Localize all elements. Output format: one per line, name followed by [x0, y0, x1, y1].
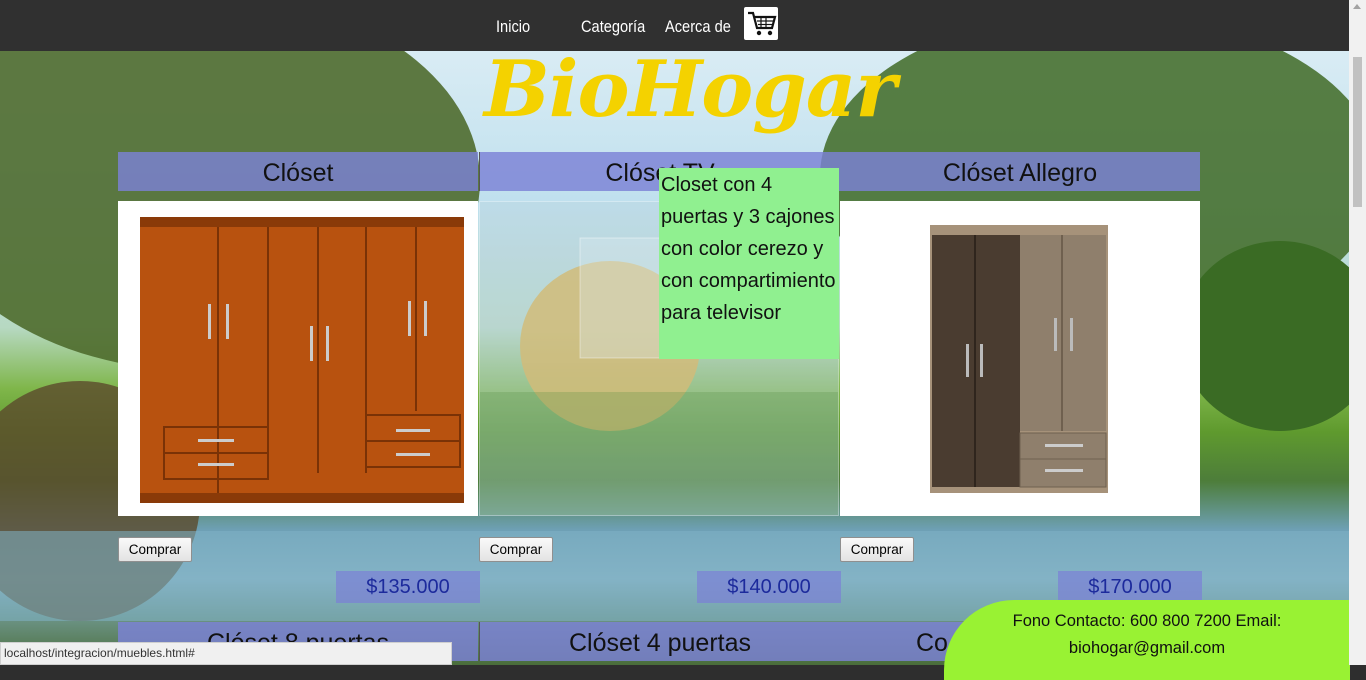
product-image-closet-allegro[interactable]	[840, 201, 1200, 516]
top-navbar: Inicio Categoría Acerca de	[0, 0, 1349, 51]
scrollbar-thumb[interactable]	[1353, 57, 1362, 207]
browser-status-url: localhost/integracion/muebles.html#	[0, 642, 452, 665]
vertical-scrollbar[interactable]	[1349, 0, 1366, 665]
product-image-closet[interactable]	[118, 201, 478, 516]
price-closet: $135.000	[336, 571, 480, 603]
price-closet-allegro: $170.000	[1058, 571, 1202, 603]
comprar-button-closet-allegro[interactable]: Comprar	[840, 537, 914, 562]
price-closet-tv: $140.000	[697, 571, 841, 603]
shopping-cart-icon[interactable]	[744, 7, 778, 40]
contact-phone-line: Fono Contacto: 600 800 7200 Email:	[1012, 612, 1282, 630]
nav-acerca-de[interactable]: Acerca de	[665, 17, 731, 37]
nav-categoria[interactable]: Categoría	[581, 17, 645, 37]
brand-logo: BioHogar	[484, 44, 896, 135]
product-title-closet: Clóset	[118, 152, 478, 191]
nav-inicio[interactable]: Inicio	[496, 17, 530, 37]
comprar-button-closet-tv[interactable]: Comprar	[479, 537, 553, 562]
product-title-closet-4-puertas: Clóset 4 puertas	[479, 622, 840, 661]
contact-footer: Fono Contacto: 600 800 7200 Email: bioho…	[944, 600, 1350, 680]
comprar-button-closet[interactable]: Comprar	[118, 537, 192, 562]
product-description-tooltip: Closet con 4 puertas y 3 cajones con col…	[659, 168, 839, 359]
product-title-closet-allegro: Clóset Allegro	[840, 152, 1200, 191]
contact-email[interactable]: biohogar@gmail.com	[944, 635, 1350, 662]
